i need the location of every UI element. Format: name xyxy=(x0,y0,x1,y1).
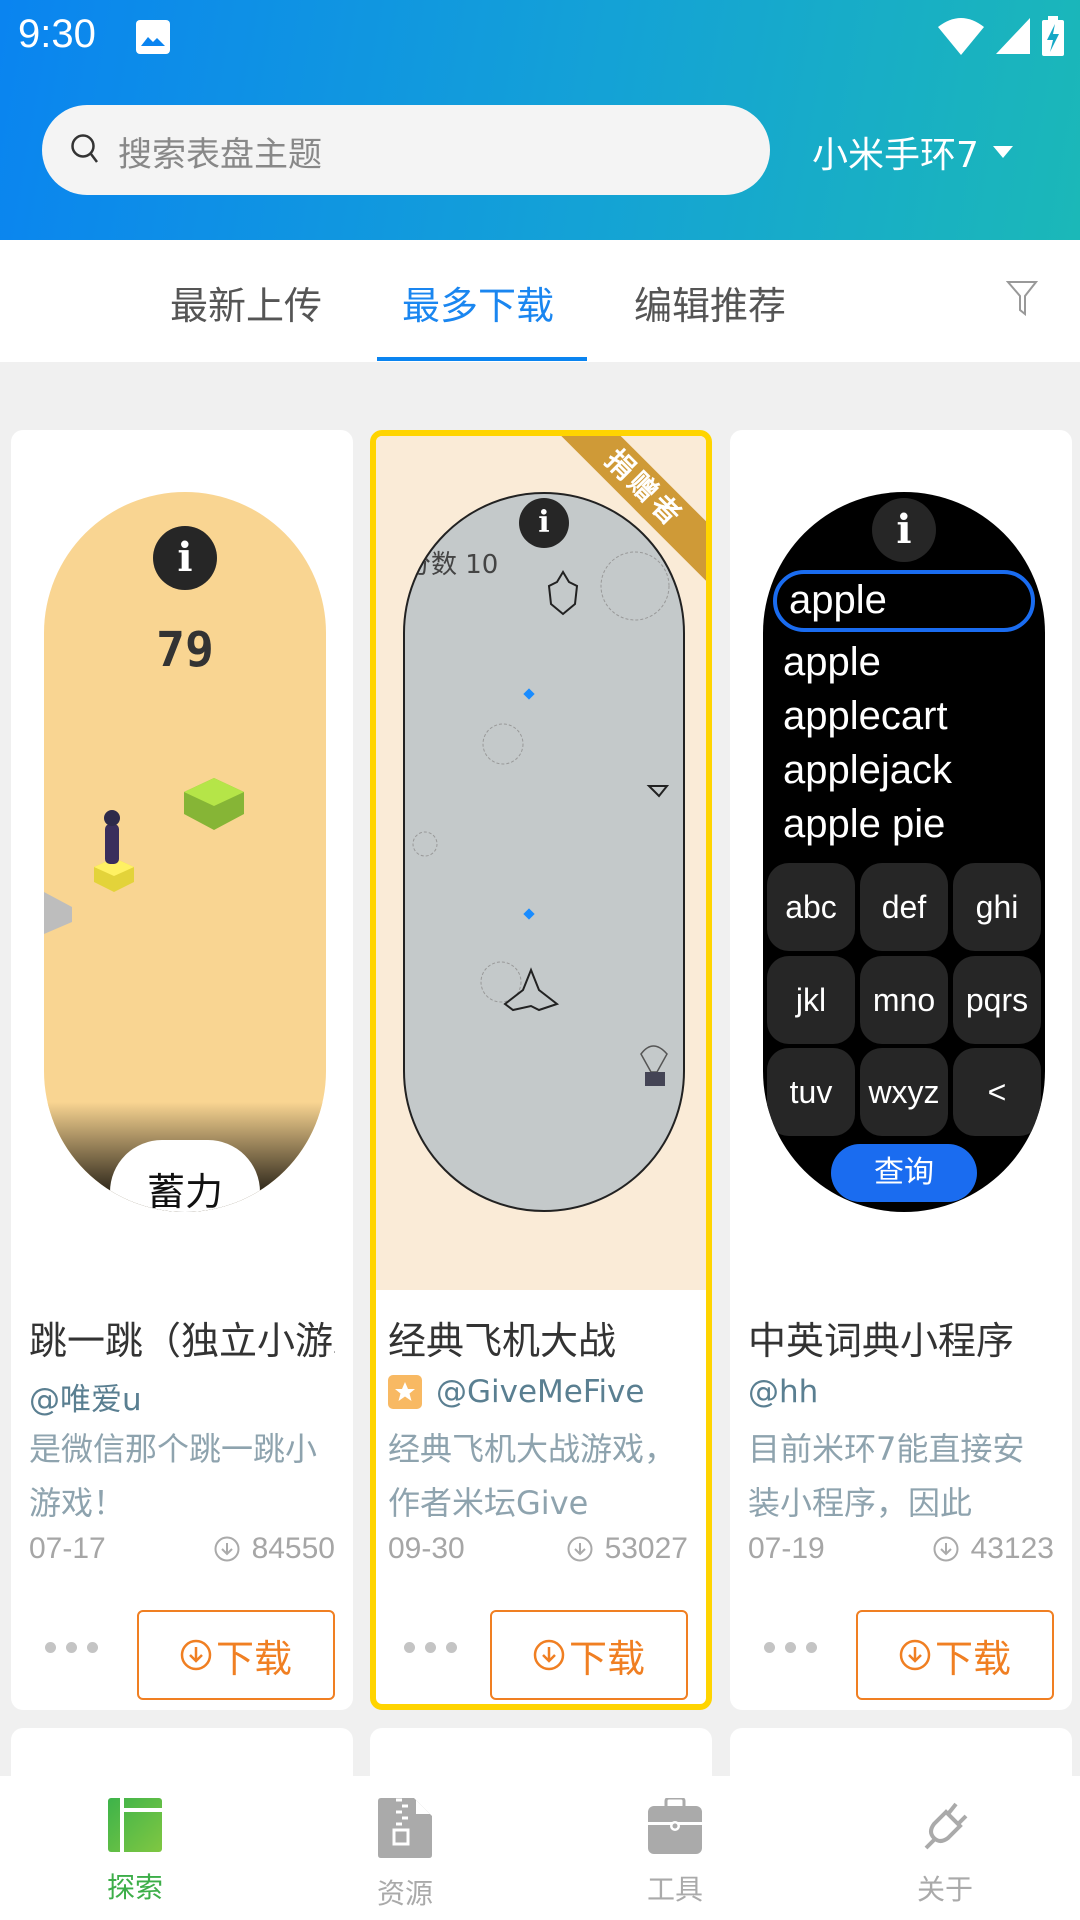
star-badge-icon xyxy=(388,1375,422,1409)
tab-latest-upload[interactable]: 最新上传 xyxy=(170,275,322,330)
watchface-card[interactable]: i apple apple applecart applejack apple … xyxy=(730,430,1072,1710)
more-options-button[interactable] xyxy=(45,1642,98,1653)
card-title: 中英词典小程序 xyxy=(748,1319,1015,1363)
card-description: 经典飞机大战游戏，作者米坛Give xyxy=(388,1430,677,1522)
download-button[interactable]: 下载 xyxy=(490,1610,688,1700)
nav-resources[interactable]: 资源 xyxy=(325,1798,485,1912)
nav-explore[interactable]: 探索 xyxy=(55,1798,215,1906)
download-count-icon xyxy=(214,1536,240,1562)
more-options-button[interactable] xyxy=(404,1642,457,1653)
search-input[interactable]: 搜索表盘主题 xyxy=(42,105,770,195)
download-count-icon xyxy=(567,1536,593,1562)
dropdown-arrow-icon xyxy=(992,146,1013,158)
device-selector[interactable]: 小米手环7 xyxy=(812,126,1013,178)
nav-about[interactable]: 关于 xyxy=(865,1798,1025,1908)
search-placeholder: 搜索表盘主题 xyxy=(118,135,322,175)
search-icon xyxy=(71,134,98,163)
app-header: 9:30 搜索表盘主题 小米手环7 xyxy=(0,0,1080,240)
upload-date: 07-19 xyxy=(748,1532,825,1565)
card-author[interactable]: @唯爱u xyxy=(29,1374,142,1419)
tab-most-downloads[interactable]: 最多下载 xyxy=(402,275,554,330)
tab-bar: 最新上传 最多下载 编辑推荐 xyxy=(0,240,1080,362)
active-tab-indicator xyxy=(377,357,587,361)
download-button[interactable]: 下载 xyxy=(856,1610,1054,1700)
status-icons xyxy=(938,16,1064,56)
more-options-button[interactable] xyxy=(764,1642,817,1653)
wifi-icon xyxy=(938,18,984,55)
download-count: 43123 xyxy=(970,1532,1054,1565)
archive-file-icon xyxy=(378,1798,432,1858)
card-author[interactable]: @hh xyxy=(748,1374,818,1410)
card-title: 经典飞机大战 xyxy=(388,1319,617,1363)
download-icon xyxy=(533,1639,565,1671)
card-author[interactable]: @GiveMeFive xyxy=(388,1374,644,1410)
upload-date: 09-30 xyxy=(388,1532,465,1565)
watchface-card[interactable]: i 79 蓄力 跳一跳（独立小游戏） @唯爱u 是微信那个跳一跳小游戏！ 07-… xyxy=(11,430,353,1710)
nav-tools[interactable]: 工具 xyxy=(595,1796,755,1908)
status-time: 9:30 xyxy=(18,12,96,56)
toolbox-icon xyxy=(648,1796,702,1854)
download-icon xyxy=(899,1639,931,1671)
card-description: 是微信那个跳一跳小游戏！ xyxy=(29,1430,318,1522)
plug-icon xyxy=(924,1802,968,1850)
explore-icon xyxy=(108,1798,162,1852)
card-description: 目前米环7能直接安装小程序，因此 xyxy=(748,1430,1025,1522)
download-icon xyxy=(180,1639,212,1671)
upload-date: 07-17 xyxy=(29,1532,106,1565)
device-label: 小米手环7 xyxy=(812,135,979,176)
signal-icon xyxy=(996,18,1030,54)
download-count-icon xyxy=(933,1536,959,1562)
bottom-navigation: 探索 资源 工具 关于 xyxy=(0,1776,1080,1920)
gallery-notification-icon xyxy=(136,20,170,54)
download-count: 84550 xyxy=(251,1532,335,1565)
download-button[interactable]: 下载 xyxy=(137,1610,335,1700)
card-title: 跳一跳（独立小游戏） xyxy=(29,1319,335,1363)
battery-charging-icon xyxy=(1042,16,1064,56)
download-count: 53027 xyxy=(604,1532,688,1565)
tab-editor-picks[interactable]: 编辑推荐 xyxy=(634,275,786,330)
watchface-card-featured[interactable]: 捐赠者 i 分数 10 经典飞机大战 @GiveMeFive 经典飞机大战游戏，… xyxy=(370,430,712,1710)
filter-icon[interactable] xyxy=(1006,280,1038,316)
